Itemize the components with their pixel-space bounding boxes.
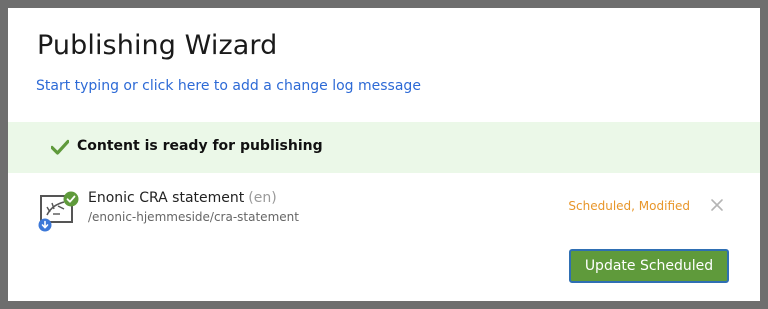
publishing-wizard-dialog: Publishing Wizard Start typing or click … <box>8 8 760 301</box>
item-title: Enonic CRA statement (en) <box>88 190 277 206</box>
item-status-badge: Scheduled, Modified <box>568 199 690 213</box>
dialog-title: Publishing Wizard <box>37 30 278 61</box>
checkmark-icon <box>51 139 69 155</box>
item-path: /enonic-hjemmeside/cra-statement <box>88 210 299 224</box>
content-document-icon <box>38 191 79 232</box>
update-scheduled-button[interactable]: Update Scheduled <box>569 249 729 283</box>
ready-status-text: Content is ready for publishing <box>77 138 323 154</box>
list-item: Enonic CRA statement (en) /enonic-hjemmes… <box>8 184 760 234</box>
item-display-name: Enonic CRA statement <box>88 190 245 206</box>
close-icon[interactable] <box>710 198 724 212</box>
item-language: (en) <box>248 190 277 206</box>
ready-status-bar: Content is ready for publishing <box>8 122 760 173</box>
changelog-message-input[interactable]: Start typing or click here to add a chan… <box>36 78 421 94</box>
